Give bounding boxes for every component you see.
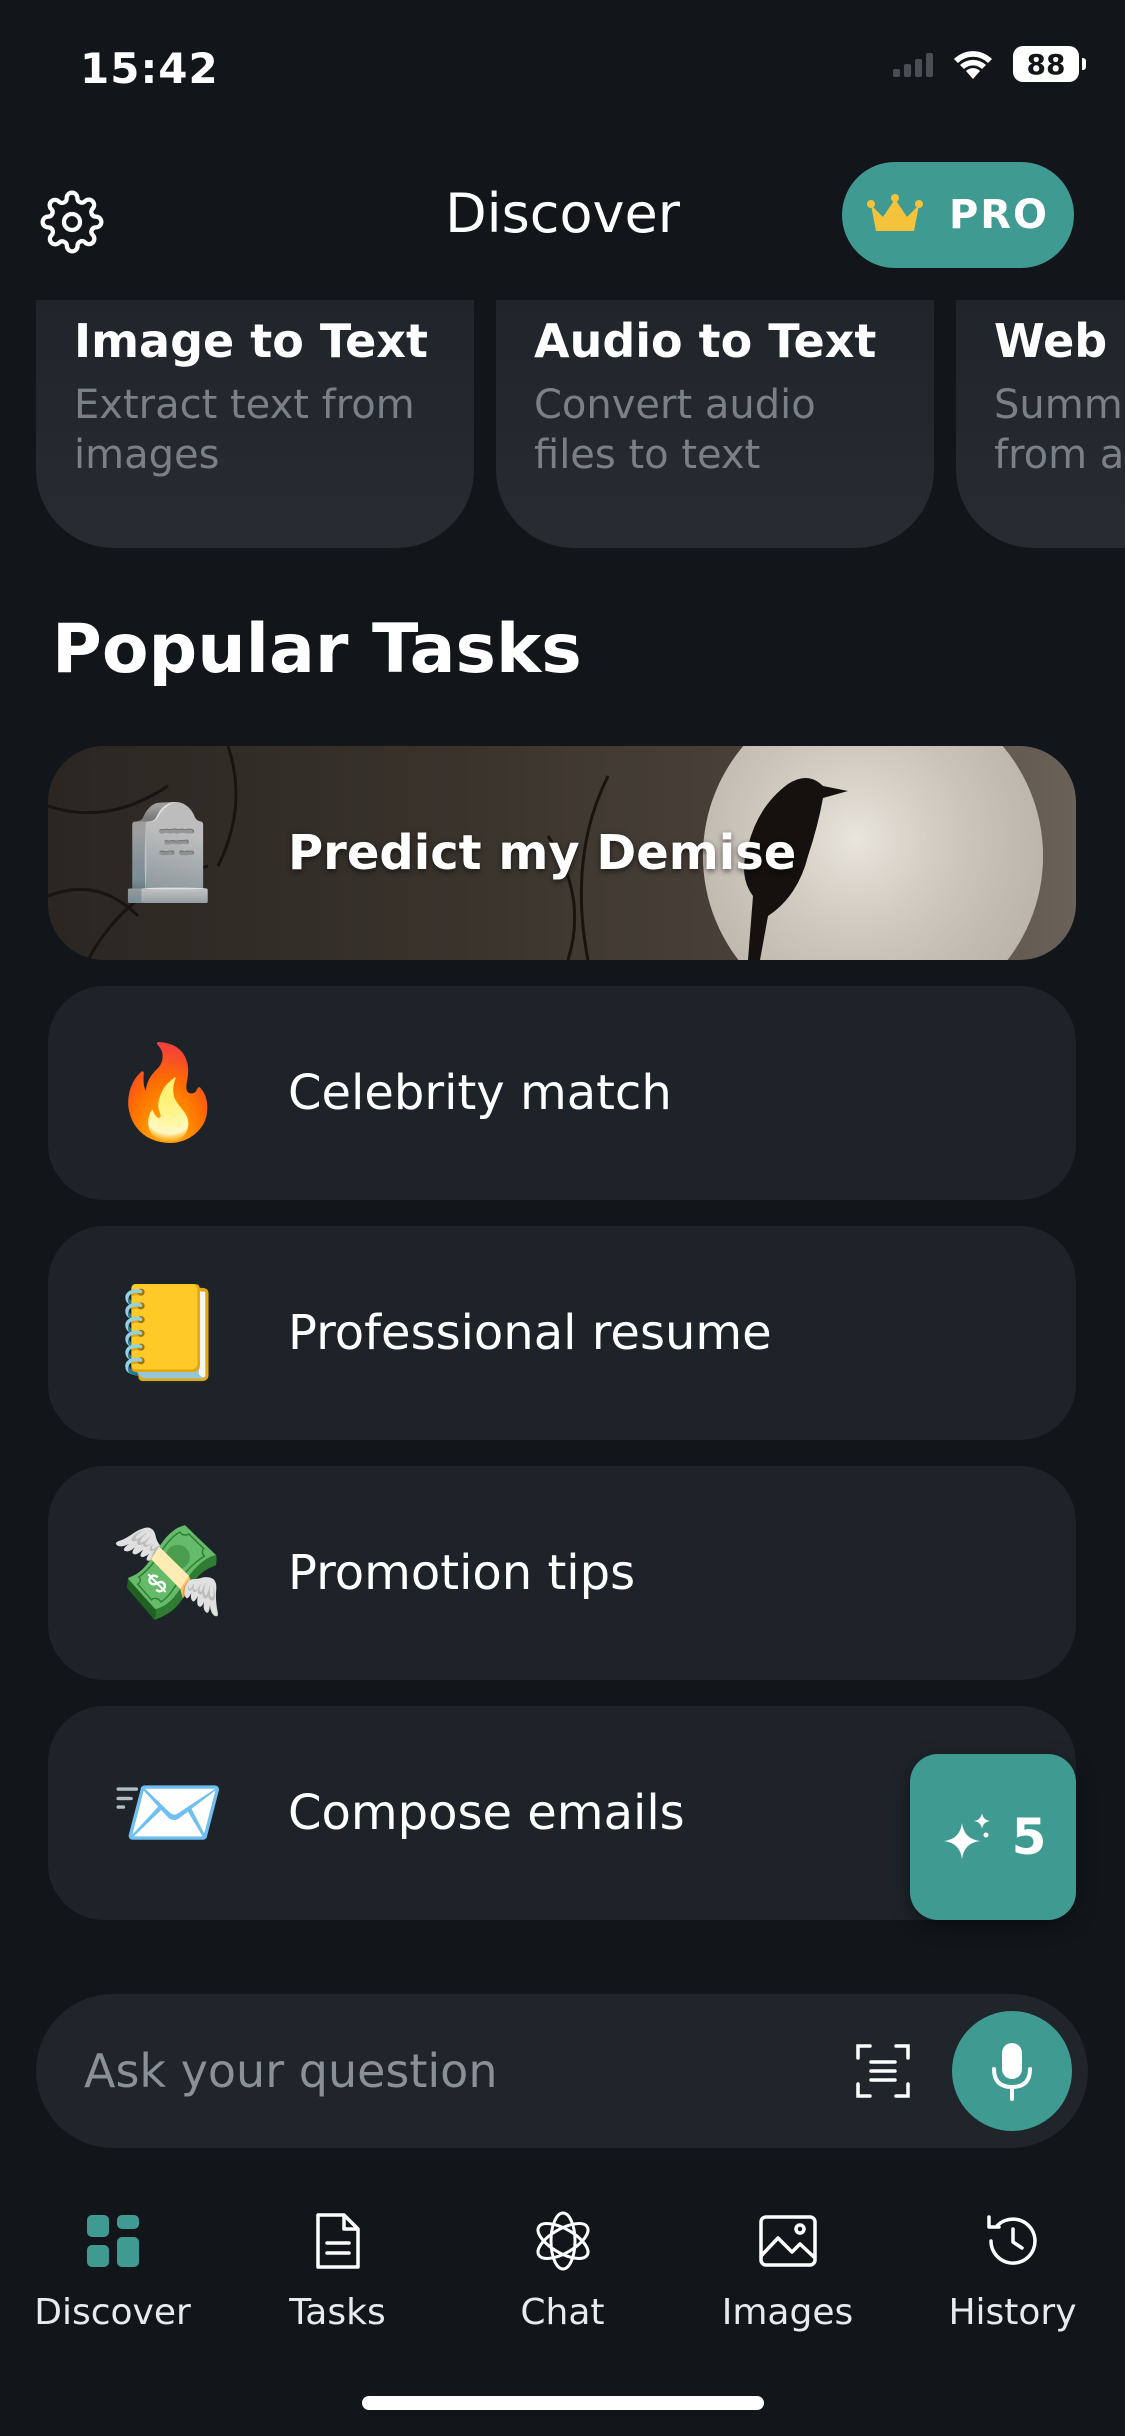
fire-icon: 🔥 [110,1039,226,1146]
task-label: Professional resume [288,1305,772,1361]
feature-subtitle: Extract text from images [74,382,415,478]
task-label: Predict my Demise [288,825,797,881]
feature-title: Image to Text [74,314,428,368]
status-icons: 88 [893,46,1086,82]
nav-discover[interactable]: Discover [0,2190,225,2340]
task-label: Promotion tips [288,1545,636,1601]
section-title-popular-tasks: Popular Tasks [52,610,582,689]
feature-title: Web S [994,314,1125,368]
scan-text-button[interactable] [846,2034,920,2108]
wifi-icon [951,47,995,81]
nav-label: Images [721,2292,854,2333]
pro-label: PRO [948,192,1050,238]
nav-label: History [948,2292,1077,2333]
battery-icon: 88 [1013,46,1086,82]
task-label: Compose emails [288,1785,685,1841]
feature-subtitle: Convert audio files to text [534,382,816,478]
nav-images[interactable]: Images [675,2190,900,2340]
task-professional-resume[interactable]: 📒 Professional resume [48,1226,1076,1440]
ask-bar [36,1994,1088,2148]
headstone-icon: 🪦 [110,799,226,906]
nav-chat[interactable]: Chat [450,2190,675,2340]
question-input[interactable] [84,2034,844,2108]
nav-tasks[interactable]: Tasks [225,2190,450,2340]
notebook-icon: 📒 [110,1279,226,1386]
inbox-envelope-icon: 📨 [110,1759,226,1866]
microphone-button[interactable] [952,2011,1072,2131]
feature-card-image-to-text[interactable]: Image to Text Extract text from images [36,300,474,548]
task-label: Celebrity match [288,1065,672,1121]
money-wings-icon: 💸 [110,1519,226,1626]
pro-upgrade-button[interactable]: PRO [842,162,1074,268]
nav-label: Tasks [289,2292,386,2333]
nav-history[interactable]: History [900,2190,1125,2340]
nav-label: Discover [34,2292,191,2333]
feature-carousel[interactable]: Image to Text Extract text from images Au… [0,300,1125,550]
nav-label: Chat [520,2292,605,2333]
task-predict-my-demise[interactable]: 🪦 Predict my Demise [48,746,1076,960]
home-indicator[interactable] [362,2396,764,2410]
header: Discover PRO [0,150,1125,280]
feature-title: Audio to Text [534,314,877,368]
history-icon [976,2204,1050,2278]
feature-card-web-summary[interactable]: Web S Summafrom ar [956,300,1125,548]
image-icon [751,2204,825,2278]
status-time: 15:42 [80,44,219,93]
scan-text-icon [856,2044,910,2098]
feature-subtitle: Summafrom ar [994,382,1125,478]
chat-logo-icon [526,2204,600,2278]
cellular-signal-icon [893,51,933,77]
sparkle-credits-button[interactable]: 5 [910,1754,1076,1920]
bottom-navigation: Discover Tasks Chat Images History [0,2190,1125,2340]
grid-icon [76,2204,150,2278]
feature-card-audio-to-text[interactable]: Audio to Text Convert audio files to text [496,300,934,548]
task-celebrity-match[interactable]: 🔥 Celebrity match [48,986,1076,1200]
sparkle-icon [943,1813,990,1859]
sparkle-count: 5 [1011,1808,1047,1866]
status-bar: 15:42 88 [0,0,1125,140]
microphone-icon [992,2043,1032,2101]
crown-icon [866,194,923,231]
task-promotion-tips[interactable]: 💸 Promotion tips [48,1466,1076,1680]
document-icon [301,2204,375,2278]
